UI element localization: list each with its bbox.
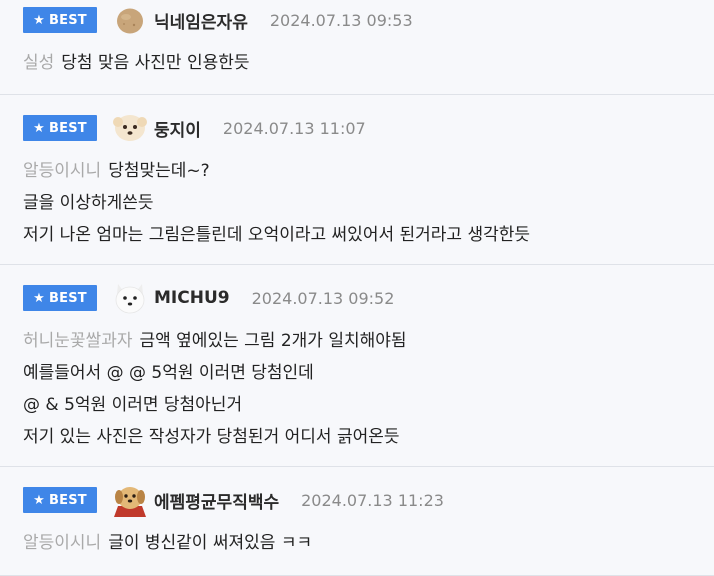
mention-name[interactable]: 허니눈꽃쌀과자 xyxy=(23,331,132,351)
comment-item: ★ BEST MICHU9 2024.07.13 09:52 허니눈꽃쌀과자 금액… xyxy=(0,265,714,467)
puppy-avatar-icon[interactable] xyxy=(112,110,148,146)
mention-name[interactable]: 알등이시니 xyxy=(23,533,101,553)
comment-line: 알등이시니 당첨맞는데~? xyxy=(23,161,210,181)
comment-date: 2024.07.13 11:23 xyxy=(301,490,444,510)
best-label: BEST xyxy=(49,12,87,28)
comment-line: 저기 있는 사진은 작성자가 당첨된거 어디서 긁어온듯 xyxy=(23,427,400,447)
comment-line: 실성 당첨 맞음 사진만 인용한듯 xyxy=(23,53,250,73)
star-icon: ★ xyxy=(33,12,46,28)
comment-header: ★ BEST 닉네임은자유 2024.07.13 09:53 xyxy=(23,5,413,35)
potato-avatar-icon[interactable] xyxy=(112,2,148,38)
comment-line: 허니눈꽃쌀과자 금액 옆에있는 그림 2개가 일치해야됨 xyxy=(23,331,407,351)
comment-line: @ & 5억원 이러면 당첨아닌거 xyxy=(23,395,243,415)
nickname[interactable]: 닉네임은자유 xyxy=(154,8,248,33)
comment-line: 글을 이상하게쓴듯 xyxy=(23,193,154,213)
caped-puppy-avatar-icon[interactable] xyxy=(112,482,148,518)
nickname[interactable]: 둥지이 xyxy=(154,116,201,141)
comment-item: ★ BEST 닉네임은자유 2024.07.13 09:53 실성 당첨 맞음 사… xyxy=(0,0,714,95)
star-icon: ★ xyxy=(33,290,46,306)
star-icon: ★ xyxy=(33,120,46,136)
comment-list: ★ BEST 닉네임은자유 2024.07.13 09:53 실성 당첨 맞음 사… xyxy=(0,0,714,576)
comment-line: 예를들어서 @ @ 5억원 이러면 당첨인데 xyxy=(23,363,314,383)
best-label: BEST xyxy=(49,120,87,136)
nickname[interactable]: 에펨평균무직백수 xyxy=(154,488,279,513)
best-label: BEST xyxy=(49,492,87,508)
best-badge: ★ BEST xyxy=(23,285,97,311)
comment-line: 저기 나온 엄마는 그림은틀린데 오억이라고 써있어서 된거라고 생각한듯 xyxy=(23,225,531,245)
best-badge: ★ BEST xyxy=(23,115,97,141)
comment-header: ★ BEST MICHU9 2024.07.13 09:52 xyxy=(23,280,395,316)
white-dog-avatar-icon[interactable] xyxy=(112,280,148,316)
best-label: BEST xyxy=(49,290,87,306)
comment-header: ★ BEST 에펨평균무직백수 2024.07.13 11:23 xyxy=(23,482,444,518)
best-badge: ★ BEST xyxy=(23,487,97,513)
nickname[interactable]: MICHU9 xyxy=(154,288,230,308)
star-icon: ★ xyxy=(33,492,46,508)
comment-body: 실성 당첨 맞음 사진만 인용한듯 xyxy=(23,47,250,79)
mention-name[interactable]: 알등이시니 xyxy=(23,161,101,181)
comment-header: ★ BEST 둥지이 2024.07.13 11:07 xyxy=(23,113,366,143)
comment-date: 2024.07.13 09:53 xyxy=(269,10,413,30)
mention-name[interactable]: 실성 xyxy=(23,53,54,73)
comment-body: 허니눈꽃쌀과자 금액 옆에있는 그림 2개가 일치해야됨 예를들어서 @ @ 5억… xyxy=(23,325,407,453)
comment-body: 알등이시니 당첨맞는데~? 글을 이상하게쓴듯 저기 나온 엄마는 그림은틀린데 … xyxy=(23,155,530,251)
comment-date: 2024.07.13 09:52 xyxy=(251,288,395,308)
comment-line: 알등이시니 글이 병신같이 써져있음 ㅋㅋ xyxy=(23,533,313,553)
comment-date: 2024.07.13 11:07 xyxy=(222,118,366,138)
comment-item: ★ BEST 둥지이 2024.07.13 11:07 알등이시니 당첨맞는데~?… xyxy=(0,95,714,265)
comment-body: 알등이시니 글이 병신같이 써져있음 ㅋㅋ xyxy=(23,527,312,559)
comment-item: ★ BEST 에펨평균무직백수 2024.07.13 11:23 알등이시니 글이… xyxy=(0,467,714,576)
best-badge: ★ BEST xyxy=(23,7,97,33)
